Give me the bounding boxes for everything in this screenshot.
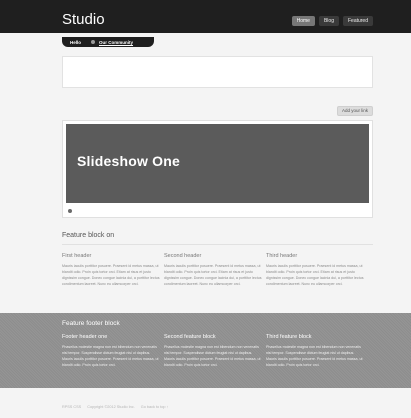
footer-column: Second feature block Phasellus molestie … bbox=[164, 334, 262, 368]
feature-text: Mauris iaculis porttitor posuere. Praese… bbox=[164, 264, 262, 286]
slide[interactable]: Slideshow One bbox=[66, 124, 369, 203]
slideshow: Slideshow One bbox=[62, 120, 373, 218]
feature-block-title: Feature block on bbox=[62, 232, 115, 239]
feature-header: Second header bbox=[164, 253, 202, 259]
nav-item-featured[interactable]: Featured bbox=[342, 16, 373, 26]
bottom-links: RPSS CSS Copyright ©2012 Studio Inc. Go … bbox=[62, 405, 168, 409]
bullet-icon bbox=[91, 40, 96, 44]
copyright-text: Copyright ©2012 Studio Inc. bbox=[87, 405, 135, 409]
feature-text: Mauris iaculis porttitor posuere. Praese… bbox=[266, 264, 364, 286]
add-link-button[interactable]: Add your link bbox=[336, 106, 373, 116]
community-link[interactable]: Our Community bbox=[99, 40, 133, 45]
nav-item-home[interactable]: Home bbox=[291, 16, 315, 26]
bottom-bar bbox=[0, 388, 411, 418]
divider bbox=[62, 244, 373, 245]
footer-text: Phasellus molestie magna non est bibendu… bbox=[62, 345, 159, 367]
footer-header: Footer header one bbox=[62, 334, 108, 340]
slide-title: Slideshow One bbox=[77, 153, 180, 169]
bottom-link[interactable]: RPSS CSS bbox=[62, 405, 81, 409]
brand-logo[interactable]: Studio bbox=[62, 11, 105, 29]
top-panel bbox=[62, 56, 373, 88]
feature-text: Mauris iaculis porttitor posuere. Praese… bbox=[62, 264, 160, 286]
footer-column: Third feature block Phasellus molestie m… bbox=[266, 334, 364, 368]
footer-title: Feature footer block bbox=[62, 320, 120, 327]
main-nav: Home Blog Featured bbox=[291, 16, 373, 26]
feature-column: First header Mauris iaculis porttitor po… bbox=[62, 253, 160, 287]
hello-label: Hello bbox=[70, 39, 82, 45]
feature-header: Third header bbox=[266, 253, 298, 259]
back-to-top-link[interactable]: Go back to top ↑ bbox=[141, 405, 169, 409]
nav-item-blog[interactable]: Blog bbox=[318, 16, 339, 26]
footer-header: Second feature block bbox=[164, 334, 216, 340]
feature-header: First header bbox=[62, 253, 92, 259]
footer-header: Third feature block bbox=[266, 334, 312, 340]
slide-indicator-icon[interactable] bbox=[68, 209, 72, 213]
footer-text: Phasellus molestie magna non est bibendu… bbox=[266, 345, 363, 367]
feature-column: Third header Mauris iaculis porttitor po… bbox=[266, 253, 364, 287]
footer-column: Footer header one Phasellus molestie mag… bbox=[62, 334, 160, 368]
feature-column: Second header Mauris iaculis porttitor p… bbox=[164, 253, 262, 287]
footer-text: Phasellus molestie magna non est bibendu… bbox=[164, 345, 261, 367]
subtab-strip: Hello Our Community bbox=[62, 37, 154, 47]
